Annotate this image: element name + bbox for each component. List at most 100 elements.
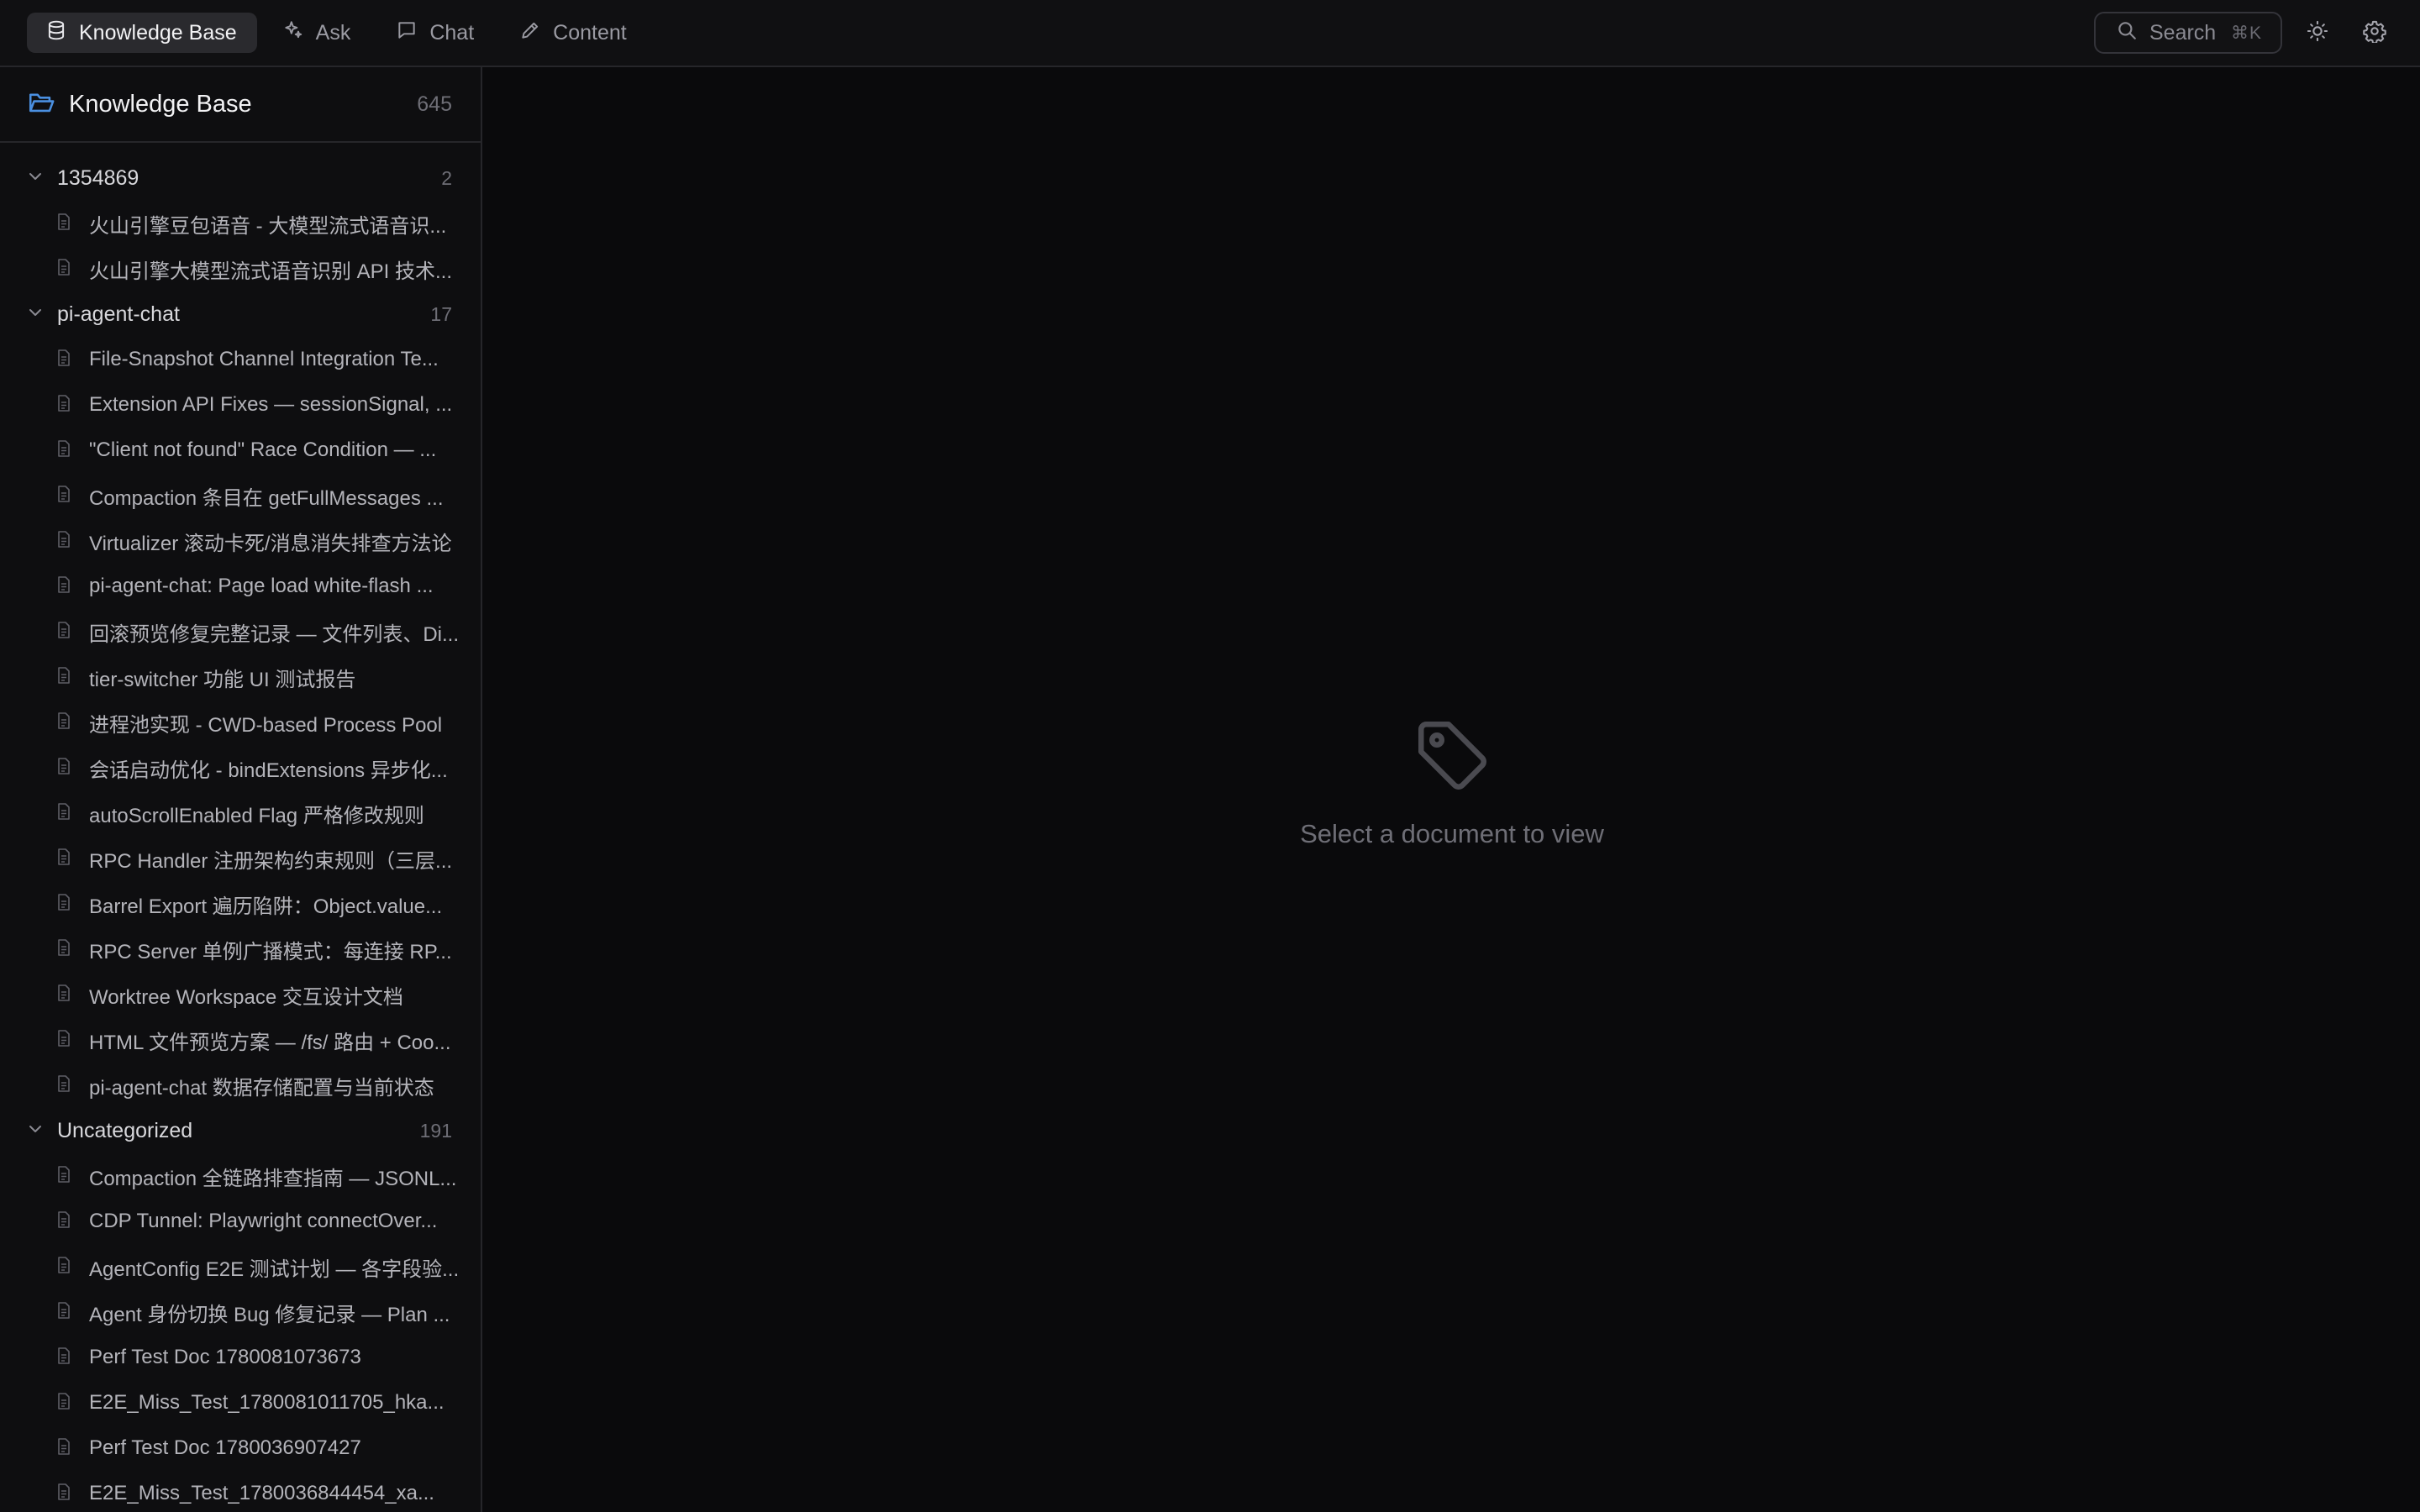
folder-name: 1354869 xyxy=(57,165,139,190)
document-title: Compaction 条目在 getFullMessages ... xyxy=(89,486,444,510)
document-item[interactable]: HTML 文件预览方案 — /fs/ 路由 + Coo... xyxy=(0,1017,481,1063)
document-item[interactable]: File-Snapshot Channel Integration Te... xyxy=(0,337,481,382)
settings-button[interactable] xyxy=(2353,11,2396,55)
right-tools: Search ⌘K xyxy=(2094,11,2396,55)
tab-chat[interactable]: Chat xyxy=(377,13,494,53)
gear-icon xyxy=(2363,19,2386,47)
document-icon xyxy=(54,937,74,962)
document-title: File-Snapshot Channel Integration Te... xyxy=(89,348,439,370)
document-item[interactable]: E2E_Miss_Test_1780036844454_xa... xyxy=(0,1471,481,1512)
document-item[interactable]: "Client not found" Race Condition — ... xyxy=(0,428,481,473)
document-item[interactable]: tier-switcher 功能 UI 测试报告 xyxy=(0,654,481,700)
document-item[interactable]: Agent 身份切换 Bug 修复记录 — Plan ... xyxy=(0,1289,481,1335)
document-icon xyxy=(54,257,74,281)
document-title: E2E_Miss_Test_1780036844454_xa... xyxy=(89,1482,434,1504)
sidebar: Knowledge Base 645 1354869 2 火山引擎豆包语音 - 大模… xyxy=(0,67,482,1512)
pencil-icon xyxy=(519,19,541,47)
document-icon xyxy=(54,1210,74,1234)
document-item[interactable]: CDP Tunnel: Playwright connectOver... xyxy=(0,1199,481,1244)
chat-bubble-icon xyxy=(396,19,418,47)
empty-state: Select a document to view xyxy=(484,714,2420,849)
document-icon xyxy=(54,801,74,826)
document-title: autoScrollEnabled Flag 严格修改规则 xyxy=(89,804,424,827)
kb-title: Knowledge Base xyxy=(69,90,252,118)
document-icon xyxy=(54,393,74,417)
document-item[interactable]: Perf Test Doc 1780081073673 xyxy=(0,1335,481,1380)
document-title: 会话启动优化 - bindExtensions 异步化... xyxy=(89,759,448,782)
folder-row[interactable]: pi-agent-chat 17 xyxy=(0,291,481,337)
tab-ask[interactable]: Ask xyxy=(264,13,371,53)
document-item[interactable]: 回滚预览修复完整记录 — 文件列表、Di... xyxy=(0,609,481,654)
chevron-down-icon xyxy=(25,1119,45,1143)
document-title: 回滚预览修复完整记录 — 文件列表、Di... xyxy=(89,622,460,646)
document-icon xyxy=(54,1028,74,1053)
document-title: tier-switcher 功能 UI 测试报告 xyxy=(89,668,356,691)
document-title: HTML 文件预览方案 — /fs/ 路由 + Coo... xyxy=(89,1031,451,1054)
document-icon xyxy=(54,1255,74,1279)
theme-toggle-button[interactable] xyxy=(2296,11,2339,55)
main-panel: Select a document to view xyxy=(484,67,2420,1512)
chevron-down-icon xyxy=(25,302,45,327)
document-title: pi-agent-chat 数据存储配置与当前状态 xyxy=(89,1076,434,1100)
document-icon xyxy=(54,1074,74,1098)
folder-count: 2 xyxy=(441,166,452,189)
kb-count: 645 xyxy=(417,92,452,116)
document-title: 进程池实现 - CWD-based Process Pool xyxy=(89,713,443,737)
document-item[interactable]: Worktree Workspace 交互设计文档 xyxy=(0,972,481,1017)
document-item[interactable]: Extension API Fixes — sessionSignal, ... xyxy=(0,382,481,428)
document-icon xyxy=(54,1164,74,1189)
document-icon xyxy=(54,1300,74,1325)
document-item[interactable]: Barrel Export 遍历陷阱：Object.value... xyxy=(0,881,481,927)
document-icon xyxy=(54,575,74,599)
document-icon xyxy=(54,711,74,735)
empty-state-text: Select a document to view xyxy=(1300,819,1604,848)
document-title: Perf Test Doc 1780036907427 xyxy=(89,1436,361,1459)
document-title: Worktree Workspace 交互设计文档 xyxy=(89,985,403,1009)
folder-name: Uncategorized xyxy=(57,1118,193,1142)
sparkles-icon xyxy=(282,19,304,47)
document-title: "Client not found" Race Condition — ... xyxy=(89,438,437,461)
document-icon xyxy=(54,1436,74,1461)
search-shortcut: ⌘K xyxy=(2230,23,2262,43)
tab-content[interactable]: Content xyxy=(501,13,647,53)
document-icon xyxy=(54,484,74,508)
document-item[interactable]: AgentConfig E2E 测试计划 — 各字段验... xyxy=(0,1244,481,1289)
document-item[interactable]: 火山引擎豆包语音 - 大模型流式语音识... xyxy=(0,201,481,246)
folder-open-icon xyxy=(27,88,55,121)
tab-label: Content xyxy=(553,20,627,45)
document-icon xyxy=(54,348,74,372)
document-item[interactable]: pi-agent-chat: Page load white-flash ... xyxy=(0,564,481,609)
document-item[interactable]: Virtualizer 滚动卡死/消息消失排查方法论 xyxy=(0,518,481,564)
folder-row[interactable]: 1354869 2 xyxy=(0,155,481,201)
chevron-down-icon xyxy=(25,166,45,191)
folder-count: 17 xyxy=(430,302,452,325)
document-item[interactable]: Compaction 条目在 getFullMessages ... xyxy=(0,473,481,518)
document-icon xyxy=(54,1346,74,1370)
document-item[interactable]: 进程池实现 - CWD-based Process Pool xyxy=(0,700,481,745)
document-item[interactable]: autoScrollEnabled Flag 严格修改规则 xyxy=(0,790,481,836)
tag-icon xyxy=(1411,714,1493,801)
document-item[interactable]: 火山引擎大模型流式语音识别 API 技术... xyxy=(0,246,481,291)
document-item[interactable]: RPC Handler 注册架构约束规则（三层... xyxy=(0,836,481,881)
document-title: Virtualizer 滚动卡死/消息消失排查方法论 xyxy=(89,532,452,555)
document-item[interactable]: Compaction 全链路排查指南 — JSONL... xyxy=(0,1153,481,1199)
document-title: CDP Tunnel: Playwright connectOver... xyxy=(89,1210,438,1232)
document-item[interactable]: RPC Server 单例广播模式：每连接 RP... xyxy=(0,927,481,972)
document-item[interactable]: E2E_Miss_Test_1780081011705_hka... xyxy=(0,1380,481,1425)
document-item[interactable]: Perf Test Doc 1780036907427 xyxy=(0,1425,481,1471)
document-item[interactable]: 会话启动优化 - bindExtensions 异步化... xyxy=(0,745,481,790)
document-title: 火山引擎大模型流式语音识别 API 技术... xyxy=(89,260,453,283)
document-icon xyxy=(54,212,74,236)
document-title: Perf Test Doc 1780081073673 xyxy=(89,1346,361,1368)
folder-row[interactable]: Uncategorized 191 xyxy=(0,1108,481,1153)
document-item[interactable]: pi-agent-chat 数据存储配置与当前状态 xyxy=(0,1063,481,1108)
document-icon xyxy=(54,1482,74,1506)
document-title: E2E_Miss_Test_1780081011705_hka... xyxy=(89,1391,445,1414)
kb-header[interactable]: Knowledge Base 645 xyxy=(0,67,481,143)
document-title: RPC Handler 注册架构约束规则（三层... xyxy=(89,849,453,873)
search-button[interactable]: Search ⌘K xyxy=(2094,12,2282,54)
document-title: pi-agent-chat: Page load white-flash ... xyxy=(89,575,434,597)
search-icon xyxy=(2116,19,2138,47)
document-title: 火山引擎豆包语音 - 大模型流式语音识... xyxy=(89,214,447,238)
tab-knowledge-base[interactable]: Knowledge Base xyxy=(27,13,257,53)
